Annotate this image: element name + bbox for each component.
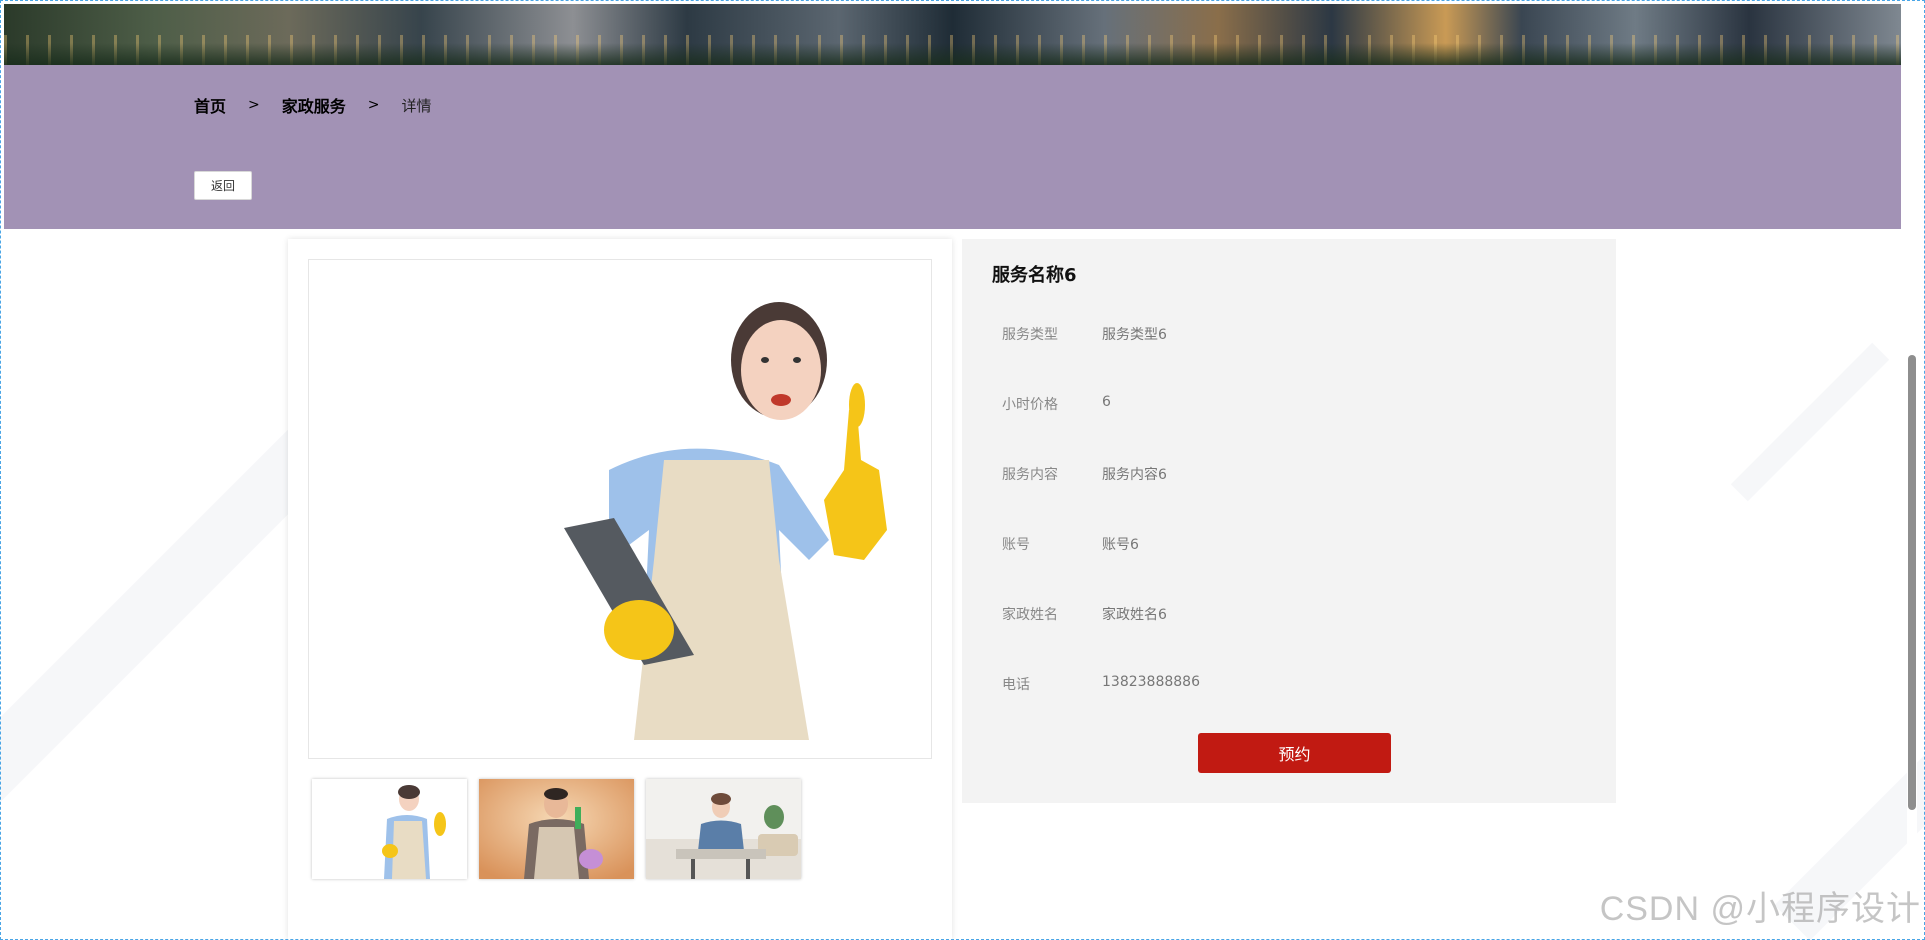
service-info-panel: 服务名称6 服务类型 服务类型6 小时价格 6 服务内容 服务内容6 账号 账号… — [962, 239, 1616, 803]
watermark-text: CSDN @小程序设计 — [1599, 890, 1921, 928]
info-row-housekeeper-name: 家政姓名 家政姓名6 — [1002, 604, 1167, 624]
field-value: 13823888886 — [1102, 674, 1200, 690]
breadcrumb-section-link[interactable]: 家政服务 — [282, 93, 346, 117]
info-row-account: 账号 账号6 — [1002, 534, 1139, 554]
field-value: 服务内容6 — [1102, 467, 1167, 483]
info-row-phone: 电话 13823888886 — [1002, 674, 1200, 694]
info-row-service-type: 服务类型 服务类型6 — [1002, 324, 1167, 344]
field-label: 服务内容 — [1002, 467, 1058, 483]
housekeeper-photo — [309, 260, 931, 758]
field-label: 服务类型 — [1002, 327, 1058, 343]
breadcrumb-separator: > — [248, 97, 260, 113]
thumbnail-strip — [312, 779, 801, 879]
info-row-hourly-price: 小时价格 6 — [1002, 394, 1111, 414]
info-row-service-content: 服务内容 服务内容6 — [1002, 464, 1167, 484]
breadcrumb-home-link[interactable]: 首页 — [194, 93, 226, 117]
field-value: 家政姓名6 — [1102, 607, 1167, 623]
thumbnail-image — [479, 779, 634, 879]
thumbnail-2[interactable] — [479, 779, 634, 879]
tree-line — [4, 43, 1901, 65]
city-banner-image — [4, 4, 1901, 65]
breadcrumb-current: 详情 — [401, 96, 432, 115]
thumbnail-3[interactable] — [646, 779, 801, 879]
main-service-image — [308, 259, 932, 759]
back-button[interactable]: 返回 — [194, 171, 252, 200]
thumbnail-image — [646, 779, 801, 879]
field-label: 小时价格 — [1002, 397, 1058, 413]
book-button[interactable]: 预约 — [1198, 733, 1391, 773]
field-label: 账号 — [1002, 537, 1030, 553]
scrollbar-thumb[interactable] — [1908, 355, 1916, 810]
field-value: 账号6 — [1102, 537, 1139, 553]
breadcrumb: 首页 > 家政服务 > 详情 — [194, 93, 432, 117]
background-stripe — [1730, 342, 1890, 502]
gallery-card — [288, 239, 952, 940]
thumbnail-1[interactable] — [312, 779, 467, 879]
field-value: 服务类型6 — [1102, 327, 1167, 343]
breadcrumb-separator: > — [367, 97, 380, 113]
field-label: 电话 — [1002, 677, 1030, 693]
hero-section: 首页 > 家政服务 > 详情 返回 — [4, 65, 1901, 229]
field-label: 家政姓名 — [1002, 607, 1058, 623]
thumbnail-image — [312, 779, 467, 879]
field-value: 6 — [1102, 394, 1111, 410]
service-title: 服务名称6 — [992, 265, 1077, 286]
